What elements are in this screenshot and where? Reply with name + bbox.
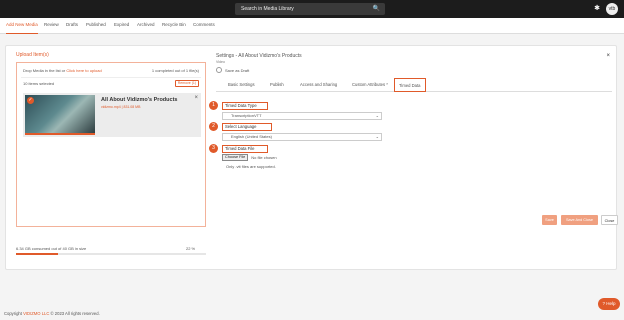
step-badge-3: 3 <box>209 144 218 153</box>
settings-icon[interactable]: ✱ <box>594 3 600 15</box>
storage-fill <box>16 253 58 255</box>
close-icon[interactable]: × <box>194 95 198 101</box>
media-card[interactable]: ✓ All About Vidizmo's Products vidizmo.m… <box>23 93 201 137</box>
tab-recycle-bin[interactable]: Recycle Bin <box>162 18 186 34</box>
search-input[interactable]: Search in Media Library 🔍 <box>235 3 385 15</box>
tab-comments[interactable]: Comments <box>193 18 215 34</box>
drop-prefix: Drop Media in the list or <box>23 68 67 73</box>
language-select[interactable]: English (United States) ⌄ <box>222 133 382 141</box>
draft-label: Save as Draft <box>225 67 250 73</box>
storage-bar <box>16 253 206 255</box>
tab-basic-settings[interactable]: Basic Settings <box>228 78 255 92</box>
tab-timed-data[interactable]: Timed Data <box>394 78 426 92</box>
tab-drafts[interactable]: Drafts <box>66 18 78 34</box>
tab-access-sharing[interactable]: Access and Sharing <box>300 78 337 92</box>
footer: Copyright VIDIZMO LLC © 2023 All rights … <box>4 311 100 316</box>
footer-prefix: Copyright <box>4 311 24 316</box>
save-as-draft-option[interactable]: Save as Draft <box>216 67 249 73</box>
step-badge-1: 1 <box>209 101 218 110</box>
no-file-text: No file chosen <box>251 155 277 160</box>
media-type: Video <box>216 60 225 64</box>
save-and-close-button[interactable]: Save And Close <box>561 215 598 225</box>
settings-title: Settings - All About Vidizmo's Products <box>216 53 302 59</box>
tab-archived[interactable]: Archived <box>137 18 155 34</box>
storage-text: 6.34 GB consumed out of 40 GB in size <box>16 246 87 251</box>
remove-button[interactable]: Remove (1) <box>174 80 199 87</box>
file-picker: Choose File No file chosen <box>222 154 277 161</box>
upload-link[interactable]: Click here to upload <box>66 68 101 73</box>
tab-expired[interactable]: Expired <box>114 18 129 34</box>
chevron-down-icon: ⌄ <box>375 113 379 118</box>
media-title: All About Vidizmo's Products <box>101 97 178 103</box>
completed-count: 1 completed out of 1 file(s) <box>151 68 199 73</box>
close-button[interactable]: Close <box>601 215 618 225</box>
media-size: vidizmo.mp4 | 831.08 MB <box>101 105 141 109</box>
save-button[interactable]: Save <box>542 215 557 225</box>
footer-brand[interactable]: VIDIZMO LLC <box>23 311 49 316</box>
timed-data-file-label: Timed Data File <box>222 145 268 153</box>
timed-data-type-label: Timed Data Type <box>222 102 268 110</box>
divider <box>21 77 201 78</box>
close-settings-icon[interactable]: × <box>606 53 610 59</box>
search-placeholder: Search in Media Library <box>241 6 294 12</box>
storage-percent: 22 % <box>186 246 196 251</box>
draft-radio[interactable] <box>216 67 222 73</box>
footer-suffix: © 2023 All rights reserved. <box>49 311 100 316</box>
tab-publish[interactable]: Publish <box>270 78 284 92</box>
tab-review[interactable]: Review <box>44 18 59 34</box>
drop-text: Drop Media in the list or Click here to … <box>23 68 102 73</box>
tab-add-new-media[interactable]: Add New Media <box>6 18 38 34</box>
step-badge-2: 2 <box>209 122 218 131</box>
help-button[interactable]: ? Help <box>598 298 620 310</box>
upload-panel: Upload Item(s) Drop Media in the list or… <box>5 45 618 270</box>
upload-drop-zone[interactable]: Drop Media in the list or Click here to … <box>16 62 206 227</box>
file-hint: Only .vtt files are supported. <box>226 164 276 169</box>
video-thumbnail: ✓ <box>25 95 95 135</box>
search-icon[interactable]: 🔍 <box>373 3 380 15</box>
timed-data-type-select[interactable]: TranscriptionVTT ⌄ <box>222 112 382 120</box>
chevron-down-icon: ⌄ <box>375 134 379 139</box>
settings-tabs: Basic Settings Publish Access and Sharin… <box>216 78 612 92</box>
choose-file-button[interactable]: Choose File <box>222 154 249 161</box>
tab-published[interactable]: Published <box>86 18 106 34</box>
upload-title: Upload Item(s) <box>16 52 49 58</box>
help-label: Help <box>606 301 616 306</box>
check-icon[interactable]: ✓ <box>27 97 34 104</box>
language-value: English (United States) <box>231 134 272 139</box>
selected-count: 10 items selected <box>23 81 55 86</box>
top-bar: Search in Media Library 🔍 ✱ vtb <box>0 0 624 18</box>
timed-data-type-value: TranscriptionVTT <box>231 113 262 118</box>
select-language-label: Select Language <box>222 123 272 131</box>
tab-custom-attributes[interactable]: Custom Attributes * <box>352 78 388 92</box>
media-tabs: Add New Media Review Drafts Published Ex… <box>0 18 624 34</box>
avatar[interactable]: vtb <box>606 3 618 15</box>
